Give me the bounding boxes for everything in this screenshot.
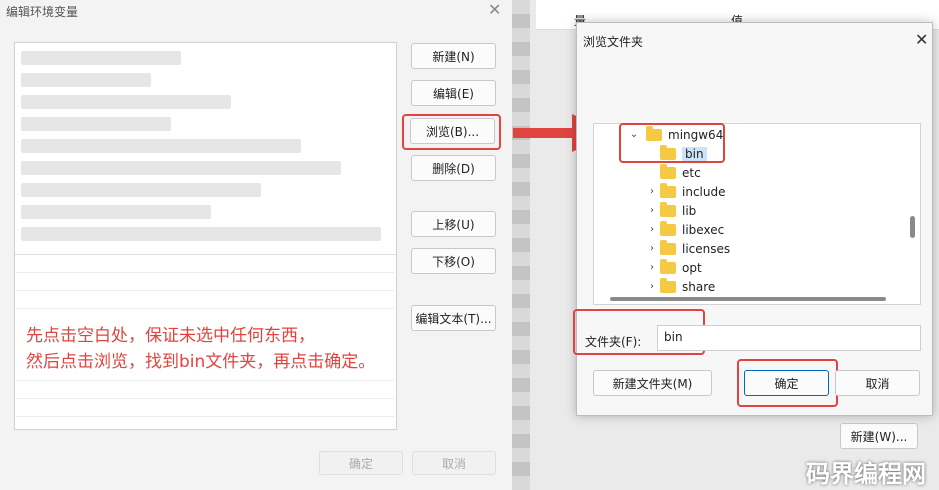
- close-icon[interactable]: ✕: [488, 0, 501, 19]
- annotation-line-1: 先点击空白处，保证未选中任何东西，: [26, 326, 315, 346]
- tree-item-label: share: [682, 279, 716, 294]
- tree-item-licenses[interactable]: › licenses: [646, 239, 730, 258]
- blurred-strip: [512, 0, 530, 490]
- chevron-right-icon[interactable]: ›: [646, 205, 658, 216]
- blurred-entry[interactable]: [21, 73, 151, 87]
- tree-item-lib[interactable]: › lib: [646, 201, 696, 220]
- edit-env-dialog: 编辑环境变量 ✕ 先点击空白处，保证未选中任何东西， 然后点击浏览，找到bin文…: [0, 0, 512, 490]
- empty-row[interactable]: [16, 290, 394, 291]
- ok-button[interactable]: 确定: [319, 451, 403, 475]
- tree-item-opt[interactable]: › opt: [646, 258, 702, 277]
- blurred-entry[interactable]: [21, 95, 231, 109]
- cancel-button[interactable]: 取消: [412, 451, 496, 475]
- tree-item-label: lib: [682, 203, 697, 218]
- folder-input-value: bin: [664, 330, 683, 344]
- tree-item-etc[interactable]: etc: [660, 163, 701, 182]
- dialog-title: 编辑环境变量: [6, 5, 79, 19]
- edit-button[interactable]: 编辑(E): [411, 80, 496, 106]
- vertical-scrollbar-thumb[interactable]: [910, 216, 915, 238]
- empty-row[interactable]: [16, 398, 394, 399]
- tree-item-label: etc: [682, 165, 701, 180]
- folder-icon: [660, 182, 676, 198]
- chevron-right-icon[interactable]: ›: [646, 243, 658, 254]
- list-divider: [15, 254, 396, 255]
- blurred-entry[interactable]: [21, 205, 211, 219]
- tree-item-libexec[interactable]: › libexec: [646, 220, 724, 239]
- blurred-entry[interactable]: [21, 183, 261, 197]
- new-var-button[interactable]: 新建(W)...: [840, 423, 918, 449]
- chevron-right-icon[interactable]: ›: [646, 262, 658, 273]
- blurred-entry[interactable]: [21, 51, 181, 65]
- empty-row[interactable]: [16, 416, 394, 417]
- edit-text-button[interactable]: 编辑文本(T)...: [411, 305, 496, 331]
- folder-icon: [660, 239, 676, 255]
- blurred-entry[interactable]: [21, 161, 341, 175]
- browse-cancel-button[interactable]: 取消: [835, 370, 920, 396]
- tree-item-label: opt: [682, 260, 702, 275]
- tree-item-label: include: [682, 184, 726, 199]
- move-down-button[interactable]: 下移(O): [411, 248, 496, 274]
- empty-row[interactable]: [16, 308, 394, 309]
- chevron-right-icon[interactable]: ›: [646, 224, 658, 235]
- close-icon[interactable]: ✕: [915, 30, 928, 49]
- blurred-entry[interactable]: [21, 227, 381, 241]
- folder-icon: [660, 220, 676, 236]
- blurred-entry[interactable]: [21, 139, 301, 153]
- new-folder-button[interactable]: 新建文件夹(M): [593, 370, 712, 396]
- folder-icon: [660, 258, 676, 274]
- highlight-bin: [619, 123, 725, 163]
- browse-button[interactable]: 浏览(B)...: [410, 118, 495, 144]
- empty-row[interactable]: [16, 272, 394, 273]
- browse-folder-dialog: 浏览文件夹 ✕ ⌄ mingw64 bin etc › include › li…: [573, 22, 933, 416]
- folder-icon: [660, 277, 676, 293]
- browse-title: 浏览文件夹: [583, 35, 644, 49]
- new-button[interactable]: 新建(N): [411, 43, 496, 69]
- move-up-button[interactable]: 上移(U): [411, 211, 496, 237]
- browse-ok-button[interactable]: 确定: [744, 370, 829, 396]
- horizontal-scrollbar-thumb[interactable]: [610, 297, 886, 301]
- tree-item-share[interactable]: › share: [646, 277, 715, 296]
- folder-icon: [660, 163, 676, 179]
- folder-icon: [660, 201, 676, 217]
- tree-item-label: licenses: [682, 241, 731, 256]
- delete-button[interactable]: 删除(D): [411, 155, 496, 181]
- chevron-right-icon[interactable]: ›: [646, 281, 658, 292]
- arrow-shaft: [513, 128, 577, 138]
- folder-label: 文件夹(F):: [585, 335, 642, 349]
- chevron-right-icon[interactable]: ›: [646, 186, 658, 197]
- blurred-entry[interactable]: [21, 117, 171, 131]
- tree-item-include[interactable]: › include: [646, 182, 725, 201]
- annotation-line-2: 然后点击浏览，找到bin文件夹，再点击确定。: [26, 352, 376, 372]
- empty-row[interactable]: [16, 380, 394, 381]
- watermark: 码界编程网: [806, 460, 926, 488]
- tree-item-label: libexec: [682, 222, 725, 237]
- folder-input[interactable]: bin: [657, 325, 921, 351]
